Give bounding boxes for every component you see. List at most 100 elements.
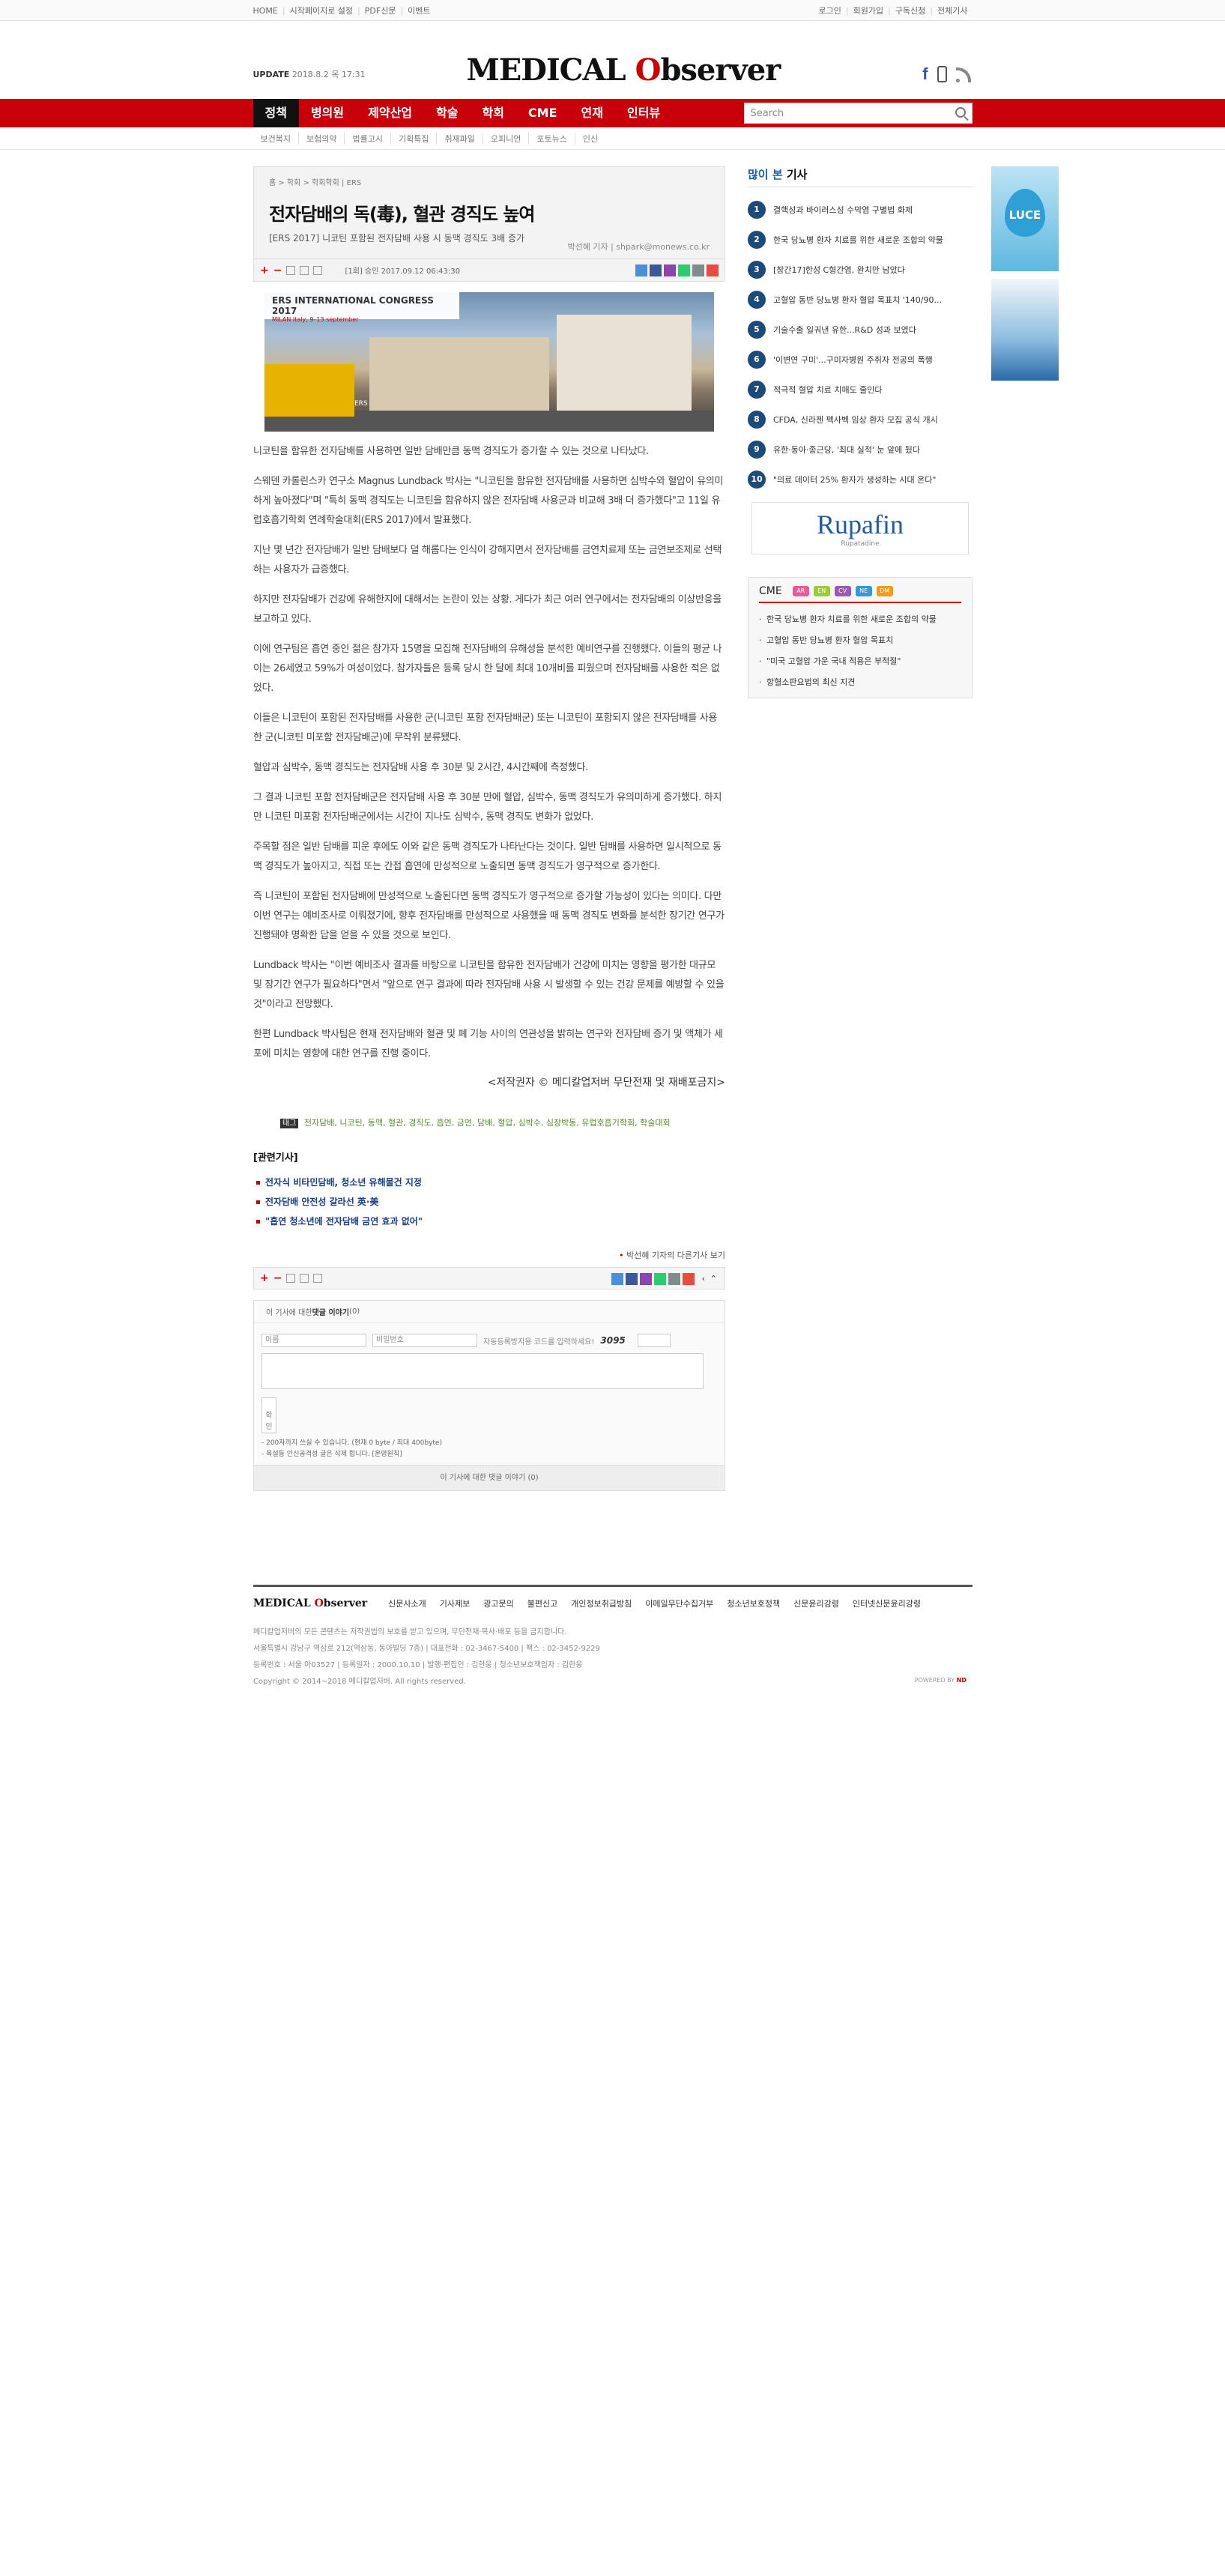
facebook-share-icon[interactable] <box>626 1273 638 1285</box>
popular-item[interactable]: 8 CFDA, 신라젠 펙사벡 임상 환자 모집 공식 개시 <box>748 405 973 435</box>
google-icon[interactable] <box>683 1273 695 1285</box>
top-left-link[interactable]: 시작페이지로 설정 <box>290 6 353 16</box>
footer-link[interactable]: 기사제보 <box>440 1597 470 1609</box>
cme-badge[interactable]: CV <box>834 586 851 596</box>
subnav-item[interactable]: 법률고시 <box>345 133 391 145</box>
more-link-text[interactable]: 박선혜 기자의 다른기사 보기 <box>626 1251 725 1260</box>
scrap-icon[interactable] <box>313 1274 323 1283</box>
comment-submit-button[interactable]: 확인 <box>261 1397 276 1433</box>
nav-item[interactable]: 학술 <box>424 99 470 127</box>
subnav-item[interactable]: 기획특집 <box>391 133 438 145</box>
yozm-icon[interactable] <box>692 264 704 276</box>
subnav-item[interactable]: 취재파일 <box>437 133 483 145</box>
top-left-link[interactable]: HOME <box>253 6 278 16</box>
related-article-link[interactable]: 전자담배 안전성 갈라선 英·美 <box>253 1192 725 1212</box>
popular-item[interactable]: 4 고혈압 동반 당뇨병 환자 혈압 목표치 '140/90... <box>748 285 973 315</box>
footer-link[interactable]: 신문윤리강령 <box>793 1597 839 1609</box>
subnav-item[interactable]: 보험의약 <box>299 133 345 145</box>
twitter-icon[interactable] <box>635 264 647 276</box>
footer-link[interactable]: 인터넷신문윤리강령 <box>853 1597 921 1609</box>
popular-item-title[interactable]: [창간17]한성 C형간염, 완치만 남았다 <box>773 264 905 276</box>
footer-link[interactable]: 청소년보호정책 <box>727 1597 780 1609</box>
popular-item-title[interactable]: 결핵성과 바이러스성 수막염 구별법 화제 <box>773 204 913 216</box>
popular-item[interactable]: 1 결핵성과 바이러스성 수막염 구별법 화제 <box>748 195 973 225</box>
comment-textarea[interactable] <box>261 1353 704 1389</box>
popular-item[interactable]: 10 "의료 데이터 25% 환자가 생성하는 시대 온다" <box>748 465 973 495</box>
article-byline[interactable]: 박선혜 기자 | shpark@monews.co.kr <box>568 241 710 253</box>
popular-item[interactable]: 3 [창간17]한성 C형간염, 완치만 남았다 <box>748 255 973 285</box>
tag-list[interactable]: 전자담배, 니코틴, 동맥, 혈관, 경직도, 흡연, 금연, 담배, 혈압, … <box>304 1118 671 1128</box>
top-left-link[interactable]: PDF신문 <box>365 6 396 16</box>
footer-link[interactable]: 개인정보취급방침 <box>571 1597 632 1609</box>
nav-item[interactable]: 연재 <box>569 99 615 127</box>
related-article-link[interactable]: "흡연 청소년에 전자담배 금연 효과 없어" <box>253 1212 725 1231</box>
cme-item[interactable]: 한국 당뇨병 환자 치료를 위한 새로운 조합의 약물 <box>759 609 961 630</box>
more-articles-link[interactable]: • 박선혜 기자의 다른기사 보기 <box>253 1249 725 1261</box>
top-right-link[interactable]: 회원가입 <box>853 6 883 16</box>
rupafin-ad[interactable]: Rupafin Rupatadine <box>751 502 969 554</box>
cme-badge[interactable]: DM <box>876 586 893 596</box>
popular-item[interactable]: 6 '이변연 구미'...구미자병원 주취자 전공의 폭행 <box>748 345 973 375</box>
facebook-share-icon[interactable] <box>650 264 662 276</box>
footer-link[interactable]: 불편신고 <box>527 1597 557 1609</box>
nav-item[interactable]: 정책 <box>252 99 299 127</box>
email-icon[interactable] <box>300 1274 309 1283</box>
subnav-item[interactable]: 포토뉴스 <box>529 133 575 145</box>
naver-icon[interactable] <box>654 1273 666 1285</box>
nav-item[interactable]: 제약산업 <box>356 99 424 127</box>
footer-link[interactable]: 광고문의 <box>483 1597 513 1609</box>
search-icon[interactable] <box>955 107 966 118</box>
popular-item-title[interactable]: 적극적 혈압 치료 치매도 줄인다 <box>773 384 883 396</box>
nav-item[interactable]: 인터뷰 <box>615 99 672 127</box>
email-icon[interactable] <box>300 265 309 275</box>
footer-link[interactable]: 신문사소개 <box>388 1597 426 1609</box>
cme-item[interactable]: 고혈압 동반 당뇨병 환자 혈압 목표치 <box>759 630 961 651</box>
scrap-icon[interactable] <box>313 265 323 275</box>
subnav-item[interactable]: 인신 <box>575 133 605 145</box>
related-article-link[interactable]: 전자식 비타민담배, 청소년 유해물건 지정 <box>253 1173 725 1192</box>
popular-item[interactable]: 2 한국 당뇨병 환자 치료를 위한 새로운 조합의 약물 <box>748 225 973 255</box>
facebook-icon[interactable]: f <box>922 64 928 84</box>
popular-item-title[interactable]: 유한·동아·종근당, '최대 실적' 눈 앞에 뒀다 <box>773 444 920 456</box>
captcha-input[interactable] <box>637 1334 671 1347</box>
yozm-icon[interactable] <box>668 1273 680 1285</box>
comment-footer[interactable]: 이 기사에 대한 댓글 이야기 (0) <box>254 1465 725 1490</box>
search-box[interactable]: Search <box>743 103 973 124</box>
search-input[interactable]: Search <box>751 108 784 119</box>
back-icon[interactable]: ‹ <box>702 1274 705 1284</box>
naver-icon[interactable] <box>678 264 690 276</box>
cme-badge[interactable]: NE <box>855 586 872 596</box>
popular-item-title[interactable]: 고혈압 동반 당뇨병 환자 혈압 목표치 '140/90... <box>773 294 942 306</box>
twitter-icon[interactable] <box>611 1273 623 1285</box>
cme-item[interactable]: "미국 고혈압 가운 국내 적용은 부적절" <box>759 651 961 672</box>
popular-item-title[interactable]: 기술수출 일궈낸 유한...R&D 성과 보였다 <box>773 324 916 336</box>
font-decrease-icon[interactable]: − <box>273 1272 282 1284</box>
nav-item[interactable]: CME <box>516 99 569 127</box>
subnav-item[interactable]: 보건복지 <box>253 133 299 145</box>
popular-item[interactable]: 7 적극적 혈압 치료 치매도 줄인다 <box>748 375 973 405</box>
popular-item[interactable]: 9 유한·동아·종근당, '최대 실적' 눈 앞에 뒀다 <box>748 435 973 465</box>
luce-ad[interactable]: LUCE <box>991 166 1059 271</box>
top-icon[interactable]: ⌃ <box>710 1274 717 1284</box>
print-icon[interactable] <box>286 265 296 275</box>
name-input[interactable]: 이름 <box>261 1334 366 1347</box>
footer-link[interactable]: 이메일무단수집거부 <box>645 1597 713 1609</box>
mobile-icon[interactable] <box>937 66 947 82</box>
font-decrease-icon[interactable]: − <box>273 264 282 276</box>
cme-badge[interactable]: AR <box>792 586 809 596</box>
cme-badge[interactable]: EN <box>813 586 830 596</box>
print-icon[interactable] <box>286 1274 296 1283</box>
popular-item-title[interactable]: CFDA, 신라젠 펙사벡 임상 환자 모집 공식 개시 <box>773 414 938 426</box>
font-increase-icon[interactable]: + <box>260 264 269 276</box>
me2day-icon[interactable] <box>640 1273 652 1285</box>
popular-item[interactable]: 5 기술수출 일궈낸 유한...R&D 성과 보였다 <box>748 315 973 345</box>
nav-item[interactable]: 병의원 <box>299 99 356 127</box>
font-increase-icon[interactable]: + <box>260 1272 269 1284</box>
nav-item[interactable]: 학회 <box>470 99 515 127</box>
password-input[interactable]: 비밀번호 <box>372 1334 477 1347</box>
car-ad[interactable] <box>991 279 1059 381</box>
site-logo[interactable]: MEDICAL Observer <box>467 52 781 88</box>
top-left-link[interactable]: 이벤트 <box>408 6 430 16</box>
google-icon[interactable] <box>707 264 719 276</box>
popular-item-title[interactable]: '이변연 구미'...구미자병원 주취자 전공의 폭행 <box>773 354 933 366</box>
